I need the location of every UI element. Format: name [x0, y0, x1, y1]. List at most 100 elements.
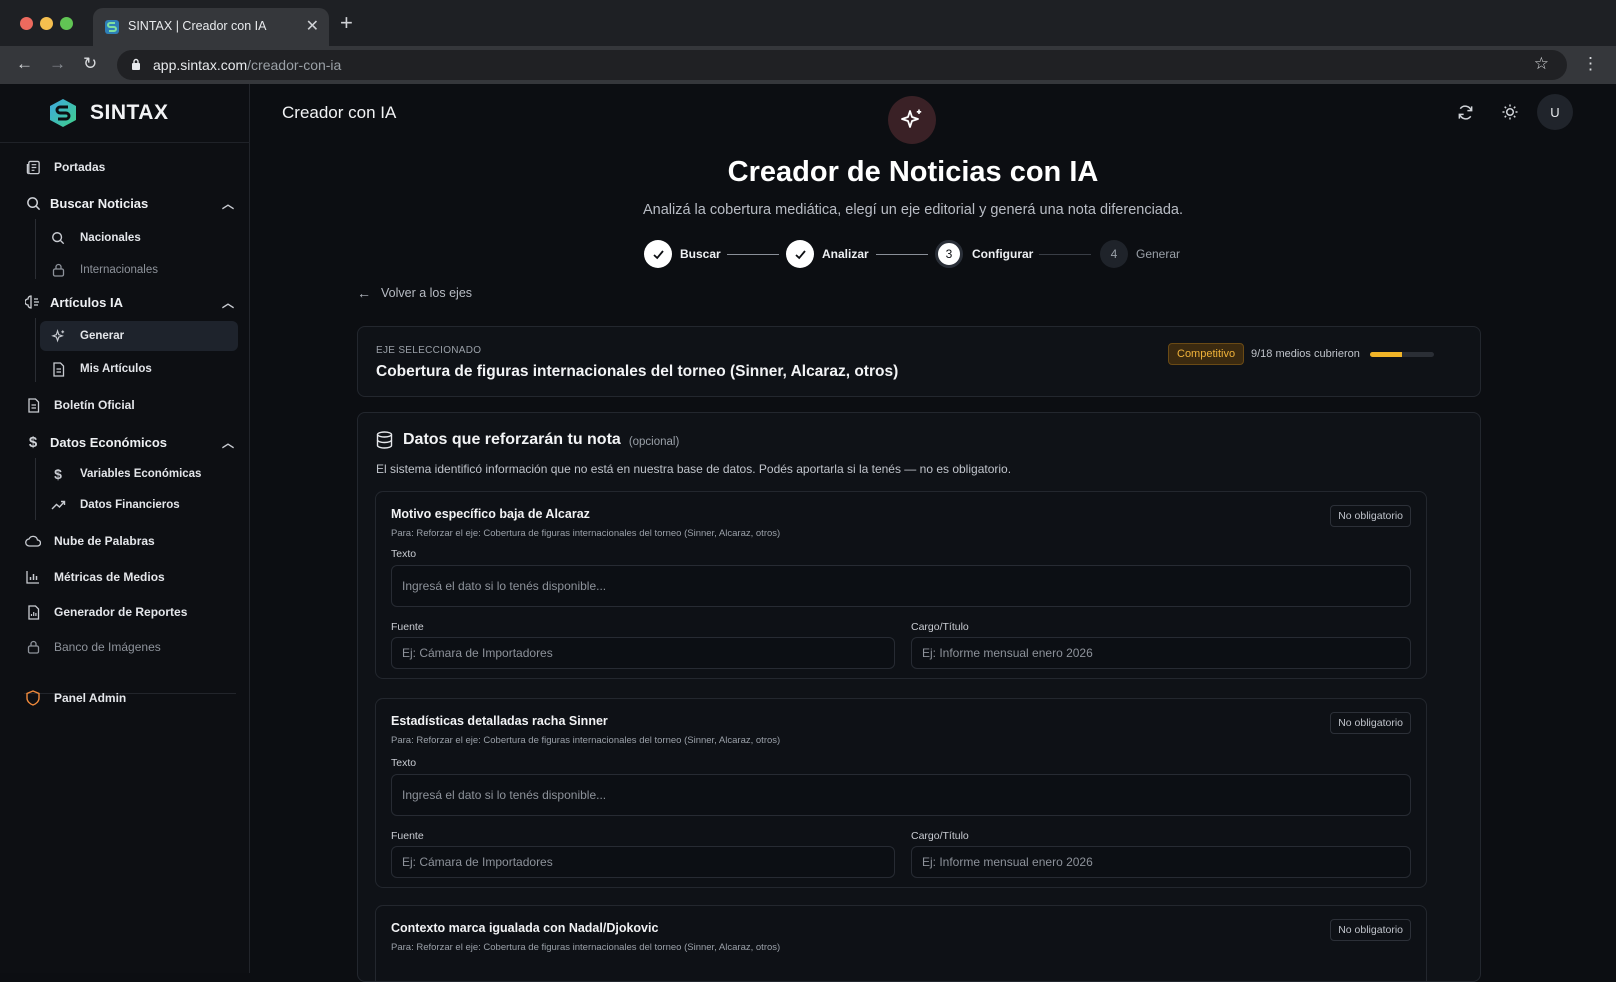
- optional-label: (opcional): [628, 435, 680, 448]
- sidebar-item-nacionales[interactable]: Nacionales: [40, 223, 238, 253]
- sidebar-item-label: Variables Económicas: [80, 468, 202, 480]
- browser-menu-icon[interactable]: ⋮: [1582, 54, 1599, 74]
- hero-badge: [888, 96, 936, 144]
- search-icon: [50, 230, 66, 246]
- sidebar-item-boletin[interactable]: Boletín Oficial: [24, 391, 135, 419]
- data-item: Contexto marca igualada con Nadal/Djokov…: [375, 905, 1427, 981]
- lock-icon: [24, 638, 42, 656]
- arrow-left-icon: ←: [357, 285, 371, 301]
- step-connector: [1039, 254, 1091, 255]
- back-to-axes-link[interactable]: ← Volver a los ejes: [357, 285, 472, 301]
- submenu-line: [35, 318, 36, 382]
- document-icon: [24, 396, 42, 414]
- document-icon: [50, 361, 66, 377]
- sidebar-group-articulos-ia[interactable]: Artículos IA ︿: [24, 288, 234, 316]
- avatar[interactable]: U: [1537, 94, 1573, 130]
- chevron-up-icon[interactable]: ︿: [222, 195, 234, 212]
- sparkles-icon: [50, 328, 66, 344]
- lock-icon: [50, 262, 66, 278]
- bookmark-star-icon[interactable]: ☆: [1534, 54, 1549, 74]
- sidebar-item-label: Banco de Imágenes: [54, 640, 161, 654]
- data-item-purpose: Para: Reforzar el eje: Cobertura de figu…: [391, 528, 781, 539]
- role-field-label: Cargo/Título: [911, 621, 969, 633]
- sidebar-item-mis-articulos[interactable]: Mis Artículos: [40, 354, 238, 384]
- source-input[interactable]: Ej: Cámara de Importadores: [391, 637, 895, 669]
- step-1-label: Buscar: [680, 247, 721, 261]
- sintax-logo-icon: [50, 99, 76, 127]
- sidebar-item-portadas[interactable]: Portadas: [24, 153, 105, 181]
- browser-tab[interactable]: SINTAX | Creador con IA ✕: [93, 8, 329, 46]
- maximize-window-button[interactable]: [60, 17, 73, 30]
- source-field-label: Fuente: [391, 830, 424, 842]
- step-3-current: 3: [935, 240, 963, 268]
- search-icon: [24, 194, 42, 212]
- sidebar-item-internacionales[interactable]: Internacionales: [40, 255, 238, 285]
- text-input[interactable]: Ingresá el dato si lo tenés disponible..…: [391, 774, 1411, 816]
- sidebar-item-variables[interactable]: $ Variables Económicas: [40, 459, 238, 489]
- source-input[interactable]: Ej: Cámara de Importadores: [391, 846, 895, 878]
- not-required-badge: No obligatorio: [1330, 505, 1411, 527]
- theme-toggle-button[interactable]: [1492, 94, 1528, 130]
- data-item-title: Motivo específico baja de Alcaraz: [391, 507, 590, 521]
- brand[interactable]: SINTAX: [48, 96, 168, 130]
- close-window-button[interactable]: [20, 17, 33, 30]
- close-tab-icon[interactable]: ✕: [306, 16, 319, 36]
- sidebar-group-buscar-noticias[interactable]: Buscar Noticias ︿: [24, 189, 234, 217]
- sidebar: SINTAX Portadas Buscar Noticias ︿ Nacion…: [0, 84, 250, 973]
- sidebar-item-label: Generador de Reportes: [54, 605, 188, 619]
- sidebar-item-label: Mis Artículos: [80, 363, 152, 375]
- reload-icon[interactable]: ↻: [83, 54, 97, 74]
- sidebar-group-label: Datos Económicos: [50, 434, 168, 450]
- sintax-favicon-icon: [105, 20, 119, 34]
- source-field-label: Fuente: [391, 621, 424, 633]
- data-section-description: El sistema identificó información que no…: [376, 462, 1012, 476]
- brand-name: SINTAX: [90, 101, 169, 124]
- browser-tab-bar: SINTAX | Creador con IA ✕ +: [0, 0, 1616, 46]
- minimize-window-button[interactable]: [40, 17, 53, 30]
- not-required-badge: No obligatorio: [1330, 919, 1411, 941]
- sidebar-item-banco[interactable]: Banco de Imágenes: [24, 633, 161, 661]
- ai-brain-icon: [24, 293, 42, 311]
- data-item: Motivo específico baja de Alcaraz Para: …: [375, 491, 1427, 679]
- sidebar-item-financieros[interactable]: Datos Financieros: [40, 490, 238, 520]
- selected-axis-label: EJE SELECCIONADO: [376, 345, 482, 356]
- step-2-done: [786, 240, 814, 268]
- address-bar[interactable]: app.sintax.com/creador-con-ia ☆: [117, 50, 1567, 80]
- sidebar-group-label: Artículos IA: [50, 294, 123, 310]
- sidebar-item-label: Generar: [80, 330, 125, 342]
- newspaper-icon: [24, 158, 42, 176]
- sidebar-item-admin[interactable]: Panel Admin: [24, 684, 126, 712]
- forward-arrow-icon[interactable]: →: [49, 54, 66, 74]
- text-input[interactable]: Ingresá el dato si lo tenés disponible..…: [391, 565, 1411, 607]
- sidebar-item-label: Métricas de Medios: [54, 570, 165, 584]
- data-section-title: Datos que reforzarán tu nota: [403, 431, 621, 448]
- coverage-bar-fill: [1370, 352, 1402, 357]
- step-1-done: [644, 240, 672, 268]
- chevron-up-icon[interactable]: ︿: [222, 294, 234, 311]
- coverage-bar: [1370, 352, 1434, 357]
- sidebar-group-datos-economicos[interactable]: $ Datos Económicos ︿: [24, 428, 234, 456]
- back-arrow-icon[interactable]: ←: [16, 54, 33, 74]
- sidebar-item-reportes[interactable]: Generador de Reportes: [24, 598, 187, 626]
- sidebar-item-generar[interactable]: Generar: [40, 321, 238, 351]
- shield-icon: [24, 689, 42, 707]
- role-input[interactable]: Ej: Informe mensual enero 2026: [911, 637, 1411, 669]
- text-field-label: Texto: [391, 548, 417, 560]
- back-link-label: Volver a los ejes: [381, 286, 473, 300]
- sidebar-item-metricas[interactable]: Métricas de Medios: [24, 563, 165, 591]
- data-item-purpose: Para: Reforzar el eje: Cobertura de figu…: [391, 735, 781, 746]
- step-3-label: Configurar: [972, 247, 1034, 261]
- sidebar-item-nube[interactable]: Nube de Palabras: [24, 527, 155, 555]
- role-field-label: Cargo/Título: [911, 830, 969, 842]
- browser-toolbar: ← → ↻ app.sintax.com/creador-con-ia ☆ ⋮: [0, 46, 1616, 84]
- new-tab-icon[interactable]: +: [340, 10, 353, 36]
- check-icon: [794, 249, 806, 259]
- role-input[interactable]: Ej: Informe mensual enero 2026: [911, 846, 1411, 878]
- url-text: app.sintax.com/creador-con-ia: [153, 57, 341, 73]
- chevron-up-icon[interactable]: ︿: [222, 434, 234, 451]
- sidebar-item-label: Datos Financieros: [80, 499, 180, 511]
- main-content: Creador con IA U Creador de Noticias con…: [251, 84, 1616, 982]
- refresh-button[interactable]: [1447, 94, 1483, 130]
- cloud-icon: [24, 532, 42, 550]
- tab-title: SINTAX | Creador con IA: [128, 19, 267, 33]
